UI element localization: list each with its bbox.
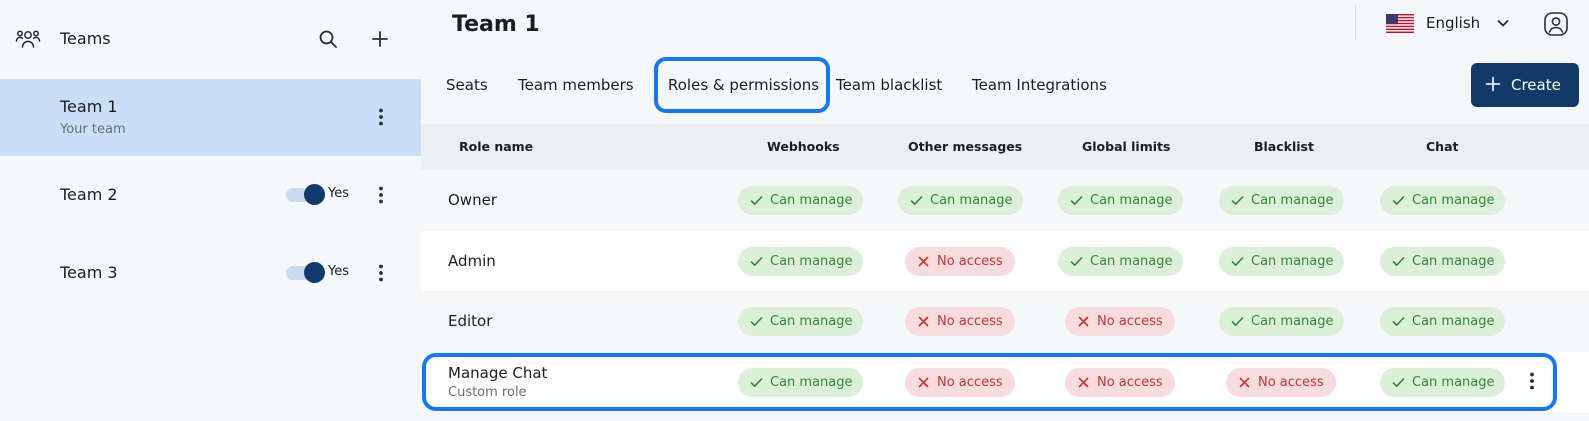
permission-badge-blacklist: Can manage xyxy=(1219,247,1344,276)
table-header: Role name Webhooks Other messages Global… xyxy=(421,124,1589,170)
toggle-label: Yes xyxy=(328,264,349,279)
sidebar-title: Teams xyxy=(60,29,111,48)
permission-label: Can manage xyxy=(1251,314,1334,329)
role-name: Admin xyxy=(448,252,496,270)
team-toggle[interactable] xyxy=(286,184,325,205)
user-profile-icon[interactable] xyxy=(1543,11,1569,37)
permission-badge-blacklist: Can manage xyxy=(1219,307,1344,336)
permission-badge-webhooks: Can manage xyxy=(738,307,863,336)
permission-badge-other-messages: No access xyxy=(905,307,1015,336)
header-divider xyxy=(1355,4,1356,40)
team-toggle[interactable] xyxy=(286,262,325,283)
column-header-blacklist: Blacklist xyxy=(1254,139,1314,154)
toggle-knob xyxy=(304,262,325,283)
check-icon xyxy=(1392,257,1405,266)
check-icon xyxy=(1070,257,1083,266)
permission-label: Can manage xyxy=(1090,254,1173,269)
x-icon xyxy=(918,256,929,267)
sidebar-header: Teams xyxy=(0,0,421,79)
permission-badge-global-limits: Can manage xyxy=(1058,247,1183,276)
toggle-knob xyxy=(304,184,325,205)
permission-label: Can manage xyxy=(770,193,853,208)
sidebar: Teams Team 1 Your team Team 2 Yes Team 3 xyxy=(0,0,421,421)
chevron-down-icon xyxy=(1497,20,1509,27)
tab-seats[interactable]: Seats xyxy=(446,74,488,96)
team-subtitle: Your team xyxy=(60,122,126,137)
add-team-icon[interactable] xyxy=(369,28,391,50)
permission-badge-webhooks: Can manage xyxy=(738,247,863,276)
role-name: Editor xyxy=(448,312,493,330)
more-vertical-icon[interactable] xyxy=(370,106,392,128)
language-label: English xyxy=(1426,14,1481,32)
permission-badge-other-messages: No access xyxy=(905,247,1015,276)
check-icon xyxy=(750,317,763,326)
permission-label: No access xyxy=(937,254,1003,269)
sidebar-item-team-1[interactable]: Team 1 Your team xyxy=(0,79,421,156)
sidebar-item-team-2[interactable]: Team 2 Yes xyxy=(0,156,421,234)
check-icon xyxy=(1392,196,1405,205)
permission-badge-chat: Can manage xyxy=(1380,186,1505,215)
column-header-other-messages: Other messages xyxy=(908,139,1023,154)
x-icon xyxy=(918,316,929,327)
check-icon xyxy=(1070,196,1083,205)
check-icon xyxy=(910,196,923,205)
create-button[interactable]: Create xyxy=(1471,63,1579,107)
permission-label: Can manage xyxy=(1251,254,1334,269)
permission-badge-global-limits: Can manage xyxy=(1058,186,1183,215)
permission-label: Can manage xyxy=(930,193,1013,208)
check-icon xyxy=(1231,196,1244,205)
team-name: Team 2 xyxy=(60,185,118,204)
more-vertical-icon[interactable] xyxy=(370,184,392,206)
column-header-webhooks: Webhooks xyxy=(767,139,840,154)
toggle-label: Yes xyxy=(328,186,349,201)
plus-icon xyxy=(1485,76,1501,92)
permission-label: No access xyxy=(937,314,1003,329)
tab-team-integrations[interactable]: Team Integrations xyxy=(972,74,1107,96)
table-row[interactable]: Admin Can manage No access Can manage Can ma… xyxy=(421,231,1589,291)
table-row[interactable]: Editor Can manage No access No access Can ma… xyxy=(421,291,1589,351)
team-name: Team 1 xyxy=(60,97,118,116)
permission-badge-chat: Can manage xyxy=(1380,307,1505,336)
permission-badge-chat: Can manage xyxy=(1380,247,1505,276)
permission-label: No access xyxy=(1097,314,1163,329)
x-icon xyxy=(1078,316,1089,327)
more-vertical-icon[interactable] xyxy=(370,262,392,284)
active-tab-highlight xyxy=(654,57,830,113)
check-icon xyxy=(1392,317,1405,326)
search-icon[interactable] xyxy=(317,28,339,50)
permission-label: Can manage xyxy=(770,314,853,329)
table-row[interactable]: Owner Can manage Can manage Can manage Can m… xyxy=(421,170,1589,230)
tab-team-blacklist[interactable]: Team blacklist xyxy=(836,74,942,96)
check-icon xyxy=(750,257,763,266)
page-title: Team 1 xyxy=(452,12,540,37)
people-group-icon xyxy=(15,30,41,48)
check-icon xyxy=(1231,317,1244,326)
permission-badge-blacklist: Can manage xyxy=(1219,186,1344,215)
permission-label: Can manage xyxy=(1412,193,1495,208)
permission-badge-other-messages: Can manage xyxy=(898,186,1023,215)
role-name: Owner xyxy=(448,191,497,209)
column-header-chat: Chat xyxy=(1426,139,1459,154)
tab-team-members[interactable]: Team members xyxy=(518,74,634,96)
check-icon xyxy=(750,196,763,205)
create-button-label: Create xyxy=(1511,76,1561,94)
permission-label: Can manage xyxy=(1251,193,1334,208)
team-name: Team 3 xyxy=(60,263,118,282)
column-header-global-limits: Global limits xyxy=(1082,139,1171,154)
check-icon xyxy=(1231,257,1244,266)
permission-label: Can manage xyxy=(1412,314,1495,329)
permission-label: Can manage xyxy=(1412,254,1495,269)
permission-label: Can manage xyxy=(1090,193,1173,208)
permission-badge-global-limits: No access xyxy=(1065,307,1175,336)
column-header-role-name: Role name xyxy=(459,139,534,154)
permission-badge-webhooks: Can manage xyxy=(738,186,863,215)
us-flag-icon xyxy=(1386,14,1414,33)
sidebar-item-team-3[interactable]: Team 3 Yes xyxy=(0,234,421,312)
permission-label: Can manage xyxy=(770,254,853,269)
selected-row-highlight xyxy=(422,353,1557,411)
